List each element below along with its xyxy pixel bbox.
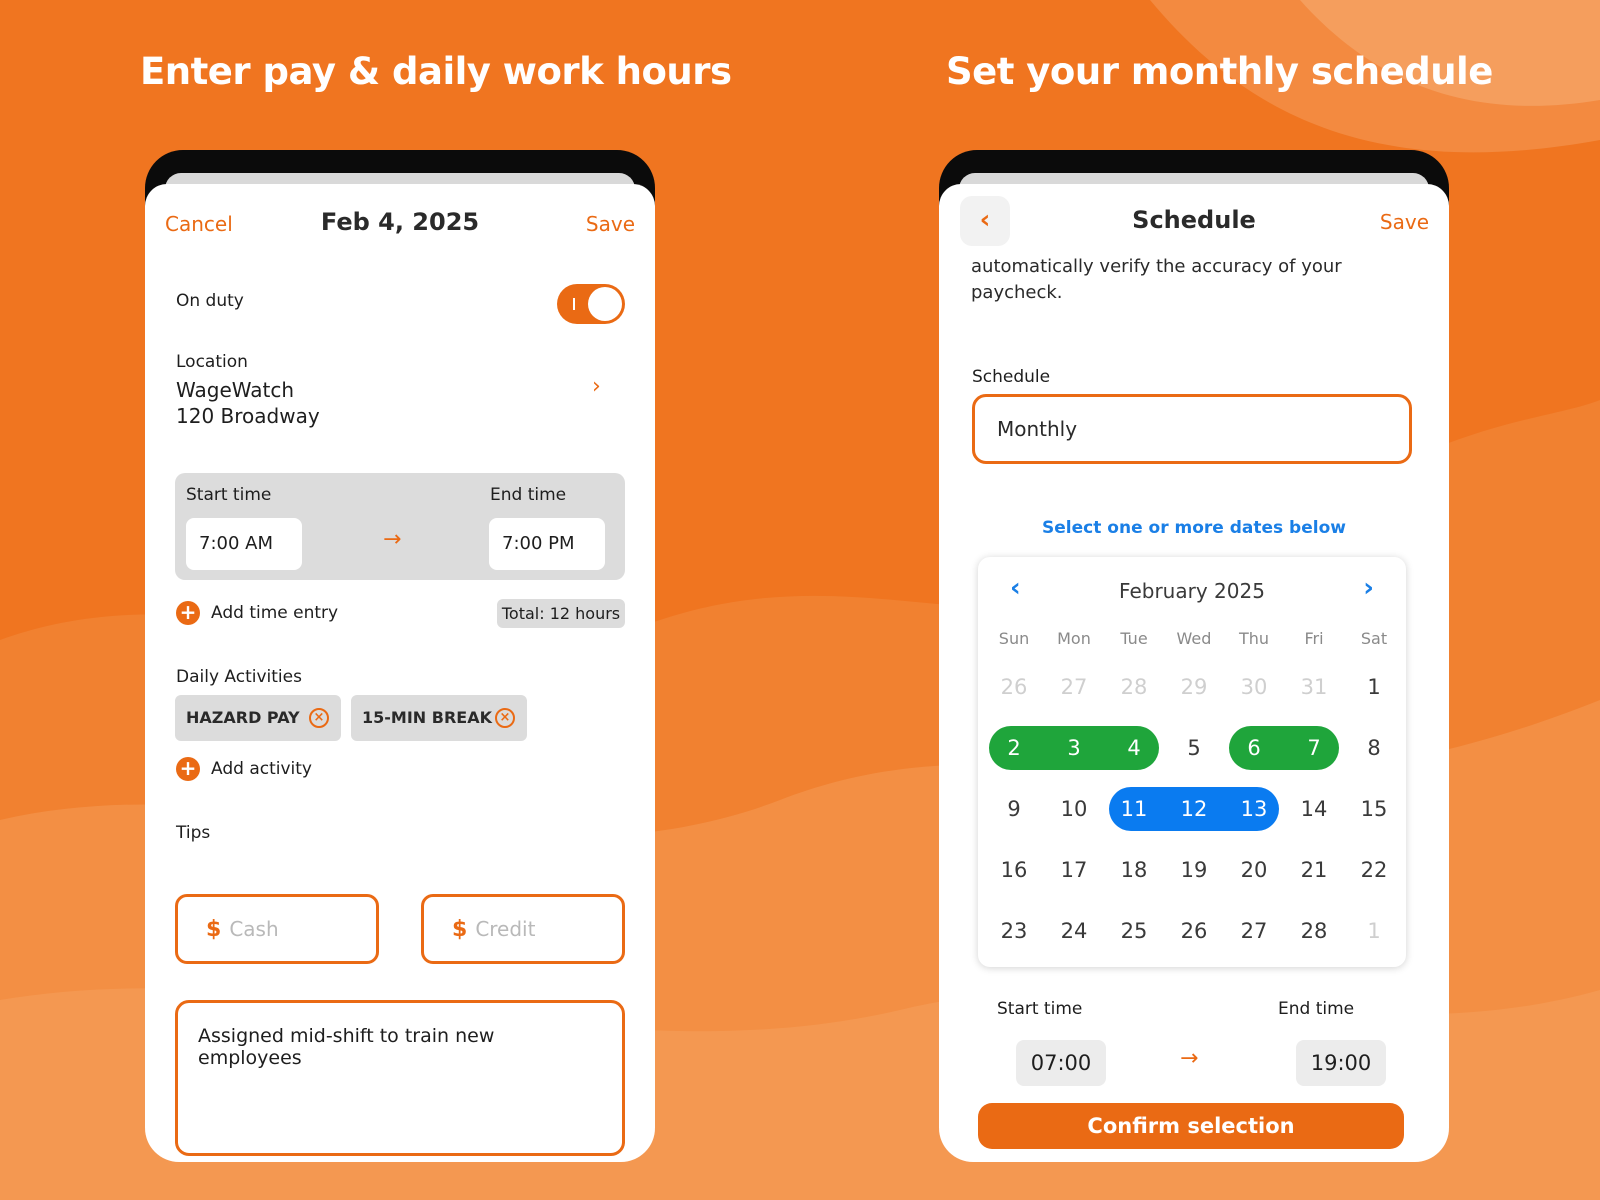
calendar-day: 29 [1180,675,1208,699]
start-time-field[interactable]: 7:00 AM [186,518,302,570]
calendar-day[interactable]: 28 [1284,909,1344,953]
start-time-field[interactable]: 07:00 [1016,1040,1106,1086]
calendar-day[interactable]: 8 [1344,726,1404,770]
calendar-day[interactable]: 21 [1284,848,1344,892]
intro-text: automatically verify the accuracy of you… [971,256,1342,303]
start-time-label: Start time [186,485,272,505]
add-activity-icon[interactable]: + [176,757,200,781]
edit-day-screen: Cancel Feb 4, 2025 Save On duty Location… [145,184,655,1162]
remove-chip-icon[interactable]: × [309,708,329,728]
start-time-label: Start time [997,999,1083,1019]
time-entry-panel: Start time 7:00 AM → End time 7:00 PM [175,473,625,580]
calendar-day[interactable]: 25 [1104,909,1164,953]
headline-left: Enter pay & daily work hours [140,50,732,93]
calendar-day[interactable]: 26 [1164,909,1224,953]
save-button[interactable]: Save [586,212,635,236]
location-address[interactable]: 120 Broadway [176,403,320,429]
calendar-day: 26 [1000,675,1028,699]
calendar-day[interactable]: 24 [1044,909,1104,953]
calendar-day[interactable]: 4 [1104,726,1164,770]
dollar-icon: $ [452,917,468,942]
cash-placeholder: Cash [229,917,279,941]
chevron-right-icon[interactable]: › [1363,573,1374,603]
calendar-day[interactable]: 22 [1344,848,1404,892]
calendar-day: 28 [1120,675,1148,699]
on-duty-toggle[interactable] [557,284,625,324]
weekday-label: Fri [1304,629,1324,648]
calendar-day[interactable]: 11 [1104,787,1164,831]
save-button[interactable]: Save [1380,210,1429,234]
tips-label: Tips [176,823,211,843]
arrow-right-icon: → [1180,1046,1199,1071]
schedule-label: Schedule [972,367,1051,387]
location-label: Location [176,352,248,372]
calendar-day[interactable]: 1 [1344,665,1404,709]
calendar-day[interactable]: 7 [1284,726,1344,770]
credit-placeholder: Credit [475,917,536,941]
calendar-day[interactable]: 14 [1284,787,1344,831]
end-time-field[interactable]: 7:00 PM [489,518,605,570]
phone-left: Cancel Feb 4, 2025 Save On duty Location… [145,150,655,1162]
cash-tip-input[interactable]: $ Cash [175,894,379,964]
arrow-right-icon: → [383,527,402,552]
calendar-day[interactable]: 10 [1044,787,1104,831]
location-name[interactable]: WageWatch [176,377,294,403]
calendar-day[interactable]: 18 [1104,848,1164,892]
add-time-entry-icon[interactable]: + [176,601,200,625]
calendar-month: February 2025 [1119,579,1265,603]
add-time-entry-button[interactable]: Add time entry [211,603,338,623]
phone-right: ‹ Schedule Save automatically verify the… [939,150,1449,1162]
calendar-day[interactable]: 13 [1224,787,1284,831]
end-time-label: End time [1278,999,1355,1019]
weekday-label: Tue [1120,629,1148,648]
chevron-right-icon[interactable]: › [592,374,601,399]
end-time-field[interactable]: 19:00 [1296,1040,1386,1086]
calendar-day[interactable]: 16 [984,848,1044,892]
calendar-day[interactable]: 6 [1224,726,1284,770]
weekday-label: Mon [1057,629,1091,648]
calendar-day[interactable]: 15 [1344,787,1404,831]
weekday-label: Thu [1238,629,1270,648]
select-dates-hint: Select one or more dates below [1042,518,1346,538]
page-title: Schedule [1132,206,1256,234]
calendar-day: 27 [1060,675,1088,699]
headline-right: Set your monthly schedule [946,50,1493,93]
calendar-day: 30 [1240,675,1268,699]
activity-chip-label: HAZARD PAY [186,708,300,727]
calendar-day[interactable]: 5 [1164,726,1224,770]
calendar-day[interactable]: 3 [1044,726,1104,770]
calendar-day[interactable]: 23 [984,909,1044,953]
calendar-day[interactable]: 19 [1164,848,1224,892]
on-duty-label: On duty [176,291,244,311]
activity-chip[interactable]: HAZARD PAY × [175,695,341,741]
schedule-screen: ‹ Schedule Save automatically verify the… [939,184,1449,1162]
weekday-label: Sun [998,629,1030,648]
page-title: Feb 4, 2025 [320,208,480,236]
calendar-day: 31 [1300,675,1328,699]
add-activity-button[interactable]: Add activity [211,759,312,779]
confirm-selection-button[interactable]: Confirm selection [978,1103,1404,1149]
calendar-day[interactable]: 17 [1044,848,1104,892]
calendar-day[interactable]: 2 [984,726,1044,770]
weekday-label: Wed [1176,629,1212,648]
calendar-day[interactable]: 9 [984,787,1044,831]
calendar-day[interactable]: 27 [1224,909,1284,953]
notes-textarea[interactable]: Assigned mid-shift to train new employee… [175,1000,625,1156]
toggle-knob [588,287,622,321]
calendar: ‹ February 2025 › Sun Mon Tue Wed Thu Fri Sat 2… [978,557,1406,967]
credit-tip-input[interactable]: $ Credit [421,894,625,964]
daily-activities-label: Daily Activities [176,667,302,687]
remove-chip-icon[interactable]: × [495,708,515,728]
calendar-day[interactable]: 20 [1224,848,1284,892]
calendar-day[interactable]: 12 [1164,787,1224,831]
weekday-label: Sat [1360,629,1388,648]
end-time-label: End time [490,485,567,505]
toggle-on-mark [573,298,575,310]
activity-chip[interactable]: 15-MIN BREAK × [351,695,527,741]
calendar-day: 1 [1367,919,1381,943]
schedule-select[interactable]: Monthly [972,394,1412,464]
dollar-icon: $ [206,917,222,942]
total-hours-badge: Total: 12 hours [497,599,625,628]
activity-chip-label: 15-MIN BREAK [362,708,492,727]
